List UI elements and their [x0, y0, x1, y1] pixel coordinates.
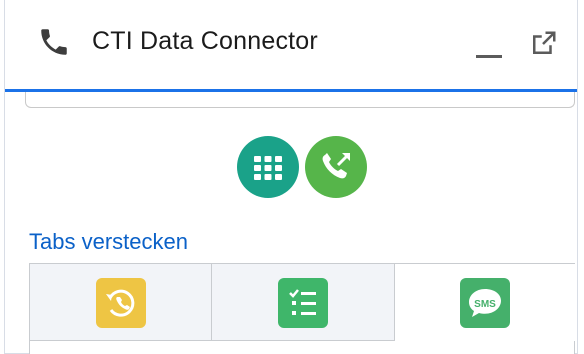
sms-tile: SMS	[460, 278, 510, 328]
tab-strip: SMS	[29, 263, 576, 354]
tab-call-history[interactable]	[30, 264, 212, 341]
cti-panel: CTI Data Connector Tabs verstecken SMS	[4, 0, 578, 354]
panel-title: CTI Data Connector	[92, 27, 318, 55]
dialpad-icon	[254, 156, 282, 180]
task-list-tile	[278, 278, 328, 328]
sms-label: SMS	[474, 299, 496, 310]
hide-tabs-link[interactable]: Tabs verstecken	[29, 229, 188, 255]
outgoing-call-button[interactable]	[305, 136, 367, 198]
tab-sms[interactable]: SMS	[395, 264, 576, 341]
task-list-icon	[289, 289, 316, 315]
call-history-tile	[96, 278, 146, 328]
panel-header: CTI Data Connector	[5, 0, 577, 92]
phone-icon	[41, 29, 67, 55]
call-history-icon	[106, 289, 135, 317]
minimize-button[interactable]	[476, 38, 502, 58]
sms-icon: SMS	[469, 289, 501, 317]
outgoing-call-icon	[322, 152, 351, 179]
number-input-field[interactable]	[25, 92, 575, 108]
popout-icon[interactable]	[528, 29, 558, 59]
tab-task-list[interactable]	[212, 264, 395, 341]
dialpad-button[interactable]	[237, 136, 299, 198]
